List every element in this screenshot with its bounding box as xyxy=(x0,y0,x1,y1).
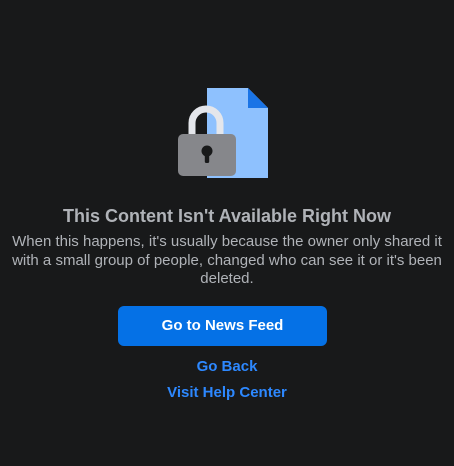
content-unavailable-page: This Content Isn't Available Right Now W… xyxy=(0,0,454,466)
unavailable-message: When this happens, it's usually because … xyxy=(12,233,442,287)
visit-help-center-link[interactable]: Visit Help Center xyxy=(0,383,454,403)
page-title: This Content Isn't Available Right Now xyxy=(63,206,391,226)
go-to-news-feed-button[interactable]: Go to News Feed xyxy=(118,306,327,346)
lock-document-icon xyxy=(178,88,268,178)
go-back-link[interactable]: Go Back xyxy=(0,357,454,377)
